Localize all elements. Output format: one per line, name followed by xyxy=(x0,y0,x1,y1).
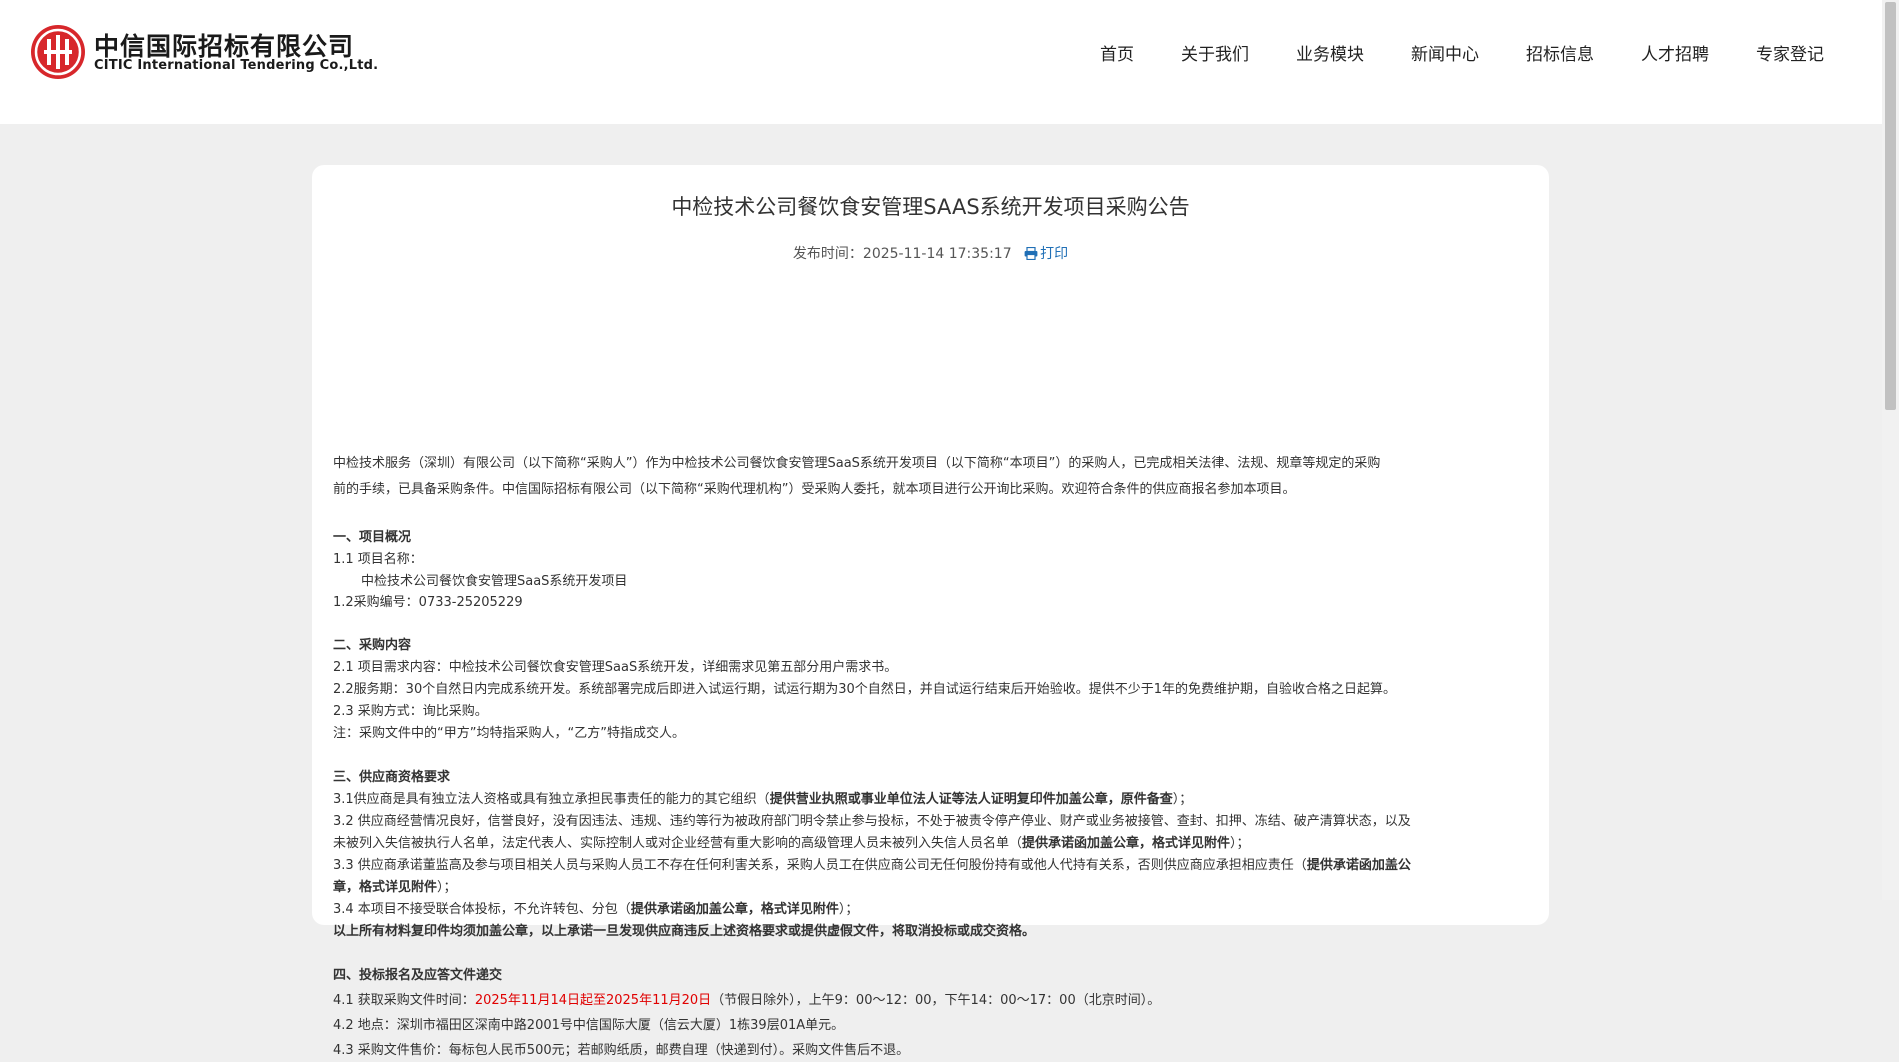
s3-2-line-1: 3.2 供应商经营情况良好，信誉良好，没有因违法、违规、违约等行为被政府部门明令… xyxy=(333,814,1411,829)
nav-expert-register[interactable]: 专家登记 xyxy=(1756,42,1824,68)
s3-3-line-2: 章，格式详见附件）； xyxy=(333,880,457,895)
publish-label: 发布时间： xyxy=(792,246,863,262)
intro-line-1: 中检技术服务（深圳）有限公司（以下简称“采购人”）作为中检技术公司餐饮食安管理S… xyxy=(333,456,1381,471)
s2-note: 注：采购文件中的“甲方”均特指采购人，“乙方”特指成交人。 xyxy=(333,726,685,741)
s1-procurement-number: 1.2采购编号：0733-25205229 xyxy=(333,595,523,610)
nav-about[interactable]: 关于我们 xyxy=(1181,42,1249,68)
s1-line-1: 1.1 项目名称： xyxy=(333,552,423,567)
s4-3: 4.3 采购文件售价：每标包人民币500元；若邮购纸质，邮费自理（快递到付）。采… xyxy=(333,1043,910,1058)
section-4-title: 四、投标报名及应答文件递交 xyxy=(333,968,503,983)
print-label: 打印 xyxy=(1040,246,1069,262)
main-nav: 首页 关于我们 业务模块 新闻中心 招标信息 人才招聘 专家登记 xyxy=(1100,42,1824,68)
s4-2: 4.2 地点：深圳市福田区深南中路2001号中信国际大厦（信云大厦）1栋39层0… xyxy=(333,1018,845,1033)
s3-note: 以上所有材料复印件均须加盖公章，以上承诺一旦发现供应商违反上述资格要求或提供虚假… xyxy=(333,924,1036,939)
nav-business[interactable]: 业务模块 xyxy=(1296,42,1364,68)
section-1-title: 一、项目概况 xyxy=(333,530,412,545)
citic-logo-icon xyxy=(31,25,85,79)
s2-line-3: 2.3 采购方式：询比采购。 xyxy=(333,704,488,719)
section-2-title: 二、采购内容 xyxy=(333,638,412,653)
s4-1: 4.1 获取采购文件时间：2025年11月14日起至2025年11月20日（节假… xyxy=(333,993,1161,1008)
section-3-title: 三、供应商资格要求 xyxy=(333,770,451,785)
s1-project-name: 中检技术公司餐饮食安管理SaaS系统开发项目 xyxy=(361,574,628,589)
nav-news[interactable]: 新闻中心 xyxy=(1411,42,1479,68)
s2-line-1: 2.1 项目需求内容：中检技术公司餐饮食安管理SaaS系统开发，详细需求见第五部… xyxy=(333,660,898,675)
s3-4: 3.4 本项目不接受联合体投标，不允许转包、分包（提供承诺函加盖公章，格式详见附… xyxy=(333,902,859,917)
nav-home[interactable]: 首页 xyxy=(1100,42,1134,68)
logo-english-name: CITIC International Tendering Co.,Ltd. xyxy=(94,58,379,73)
site-header: 中信国际招标有限公司 CITIC International Tendering… xyxy=(0,0,1882,124)
article-card: 中检技术公司餐饮食安管理SAAS系统开发项目采购公告 发布时间：2025-11-… xyxy=(312,165,1549,1058)
intro-line-2: 前的手续，已具备采购条件。中信国际招标有限公司（以下简称“采购代理机构”）受采购… xyxy=(333,482,1296,497)
nav-tenders[interactable]: 招标信息 xyxy=(1526,42,1594,68)
s2-line-2: 2.2服务期：30个自然日内完成系统开发。系统部署完成后即进入试运行期，试运行期… xyxy=(333,682,1397,697)
article-title: 中检技术公司餐饮食安管理SAAS系统开发项目采购公告 xyxy=(671,195,1190,219)
s3-3-line-1: 3.3 供应商承诺董监高及参与项目相关人员与采购人员工不存在任何利害关系，采购人… xyxy=(333,858,1411,873)
citic-logo[interactable]: 中信国际招标有限公司 CITIC International Tendering… xyxy=(30,24,378,82)
scrollbar-thumb[interactable] xyxy=(1885,2,1896,410)
publish-time: 2025-11-14 17:35:17 xyxy=(862,246,1012,262)
page-scrollbar[interactable] xyxy=(1882,0,1899,900)
article-meta: 发布时间：2025-11-14 17:35:17 打印 xyxy=(312,243,1549,263)
s3-2-line-2: 未被列入失信被执行人名单，法定代表人、实际控制人或对企业经营有重大影响的高级管理… xyxy=(333,836,1250,851)
s3-1: 3.1供应商是具有独立法人资格或具有独立承担民事责任的能力的其它组织（提供营业执… xyxy=(333,792,1193,807)
nav-careers[interactable]: 人才招聘 xyxy=(1641,42,1709,68)
printer-icon xyxy=(1024,247,1038,260)
print-button[interactable]: 打印 xyxy=(1024,246,1068,262)
